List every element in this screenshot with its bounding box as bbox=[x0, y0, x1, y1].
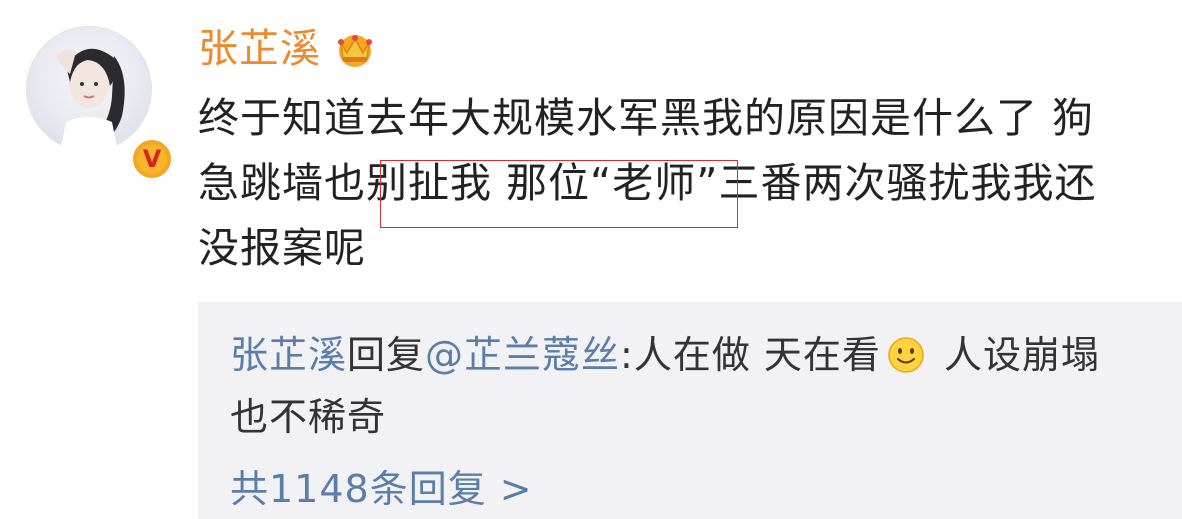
post-line-3: 没报案呢 bbox=[198, 224, 366, 272]
reply-line-2: 也不稀奇 bbox=[230, 395, 387, 439]
crown-icon bbox=[338, 35, 372, 67]
post-line-2-part-c: 三番两次骚扰我我还 bbox=[718, 159, 1097, 207]
reply-mention[interactable]: @芷兰蔻丝 bbox=[425, 333, 620, 377]
post-line-1: 终于知道去年大规模水军黑我的原因是什么了 狗 bbox=[198, 94, 1095, 142]
post-line-2-part-a: 急跳墙也 bbox=[198, 159, 366, 207]
reply-text-after-emoji: 人设崩塌 bbox=[930, 333, 1101, 377]
weibo-post: V 张芷溪 终于知道去年大规模水军黑我的原因是什么了 狗 急跳墙也别扯我 那位“… bbox=[0, 0, 1182, 519]
post-line-2: 急跳墙也别扯我 那位“老师”三番两次骚扰我我还 bbox=[198, 151, 1158, 216]
reply-content: 张芷溪回复@芷兰蔻丝:人在做 天在看 人设崩塌 也不稀奇 bbox=[230, 324, 1160, 448]
post-body: 终于知道去年大规模水军黑我的原因是什么了 狗 急跳墙也别扯我 那位“老师”三番两… bbox=[198, 86, 1158, 281]
reply-line-1: 张芷溪回复@芷兰蔻丝:人在做 天在看 人设崩塌 bbox=[230, 324, 1160, 386]
post-line-2-highlighted: 别扯我 那位“老师” bbox=[366, 159, 719, 207]
avatar[interactable]: V bbox=[26, 26, 174, 181]
avatar-image bbox=[26, 26, 152, 152]
reply-box[interactable]: 张芷溪回复@芷兰蔻丝:人在做 天在看 人设崩塌 也不稀奇 共1148条回复 > bbox=[198, 302, 1182, 519]
reply-text-before-emoji: :人在做 天在看 bbox=[620, 333, 881, 377]
smile-icon bbox=[888, 337, 924, 373]
reply-count-link[interactable]: 共1148条回复 > bbox=[230, 462, 533, 516]
reply-author[interactable]: 张芷溪 bbox=[230, 333, 347, 377]
username[interactable]: 张芷溪 bbox=[198, 22, 321, 76]
verified-v-icon: V bbox=[130, 137, 174, 181]
reply-verb: 回复 bbox=[347, 333, 426, 377]
post-header: 张芷溪 bbox=[198, 22, 377, 76]
